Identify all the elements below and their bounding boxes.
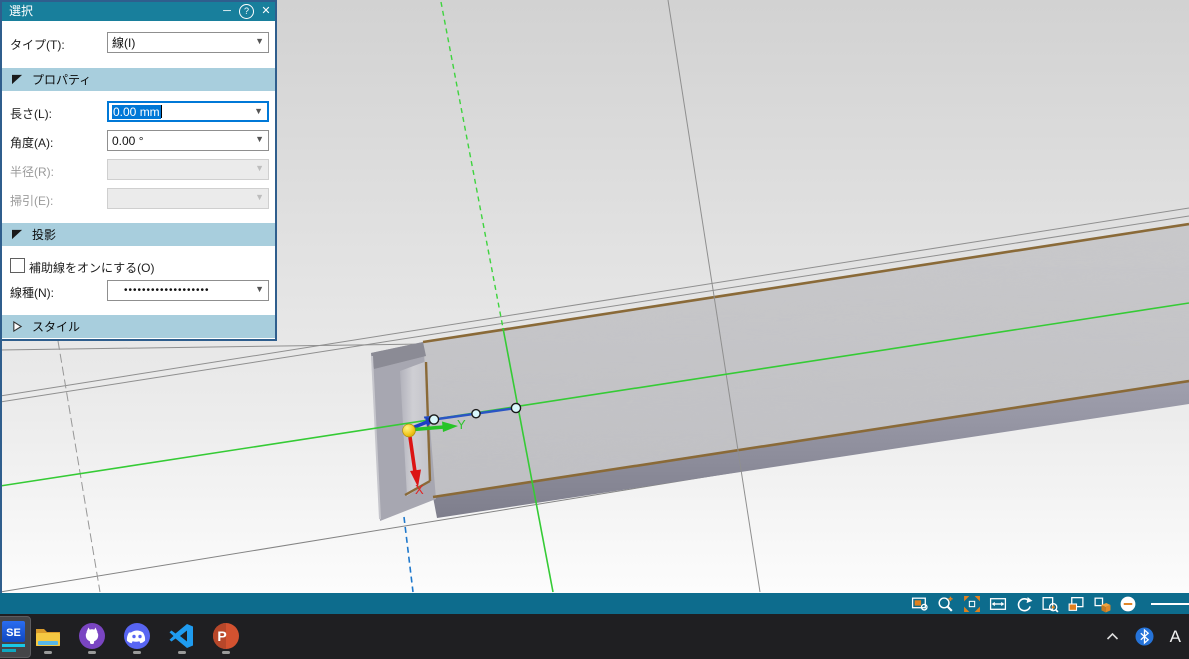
powerpoint-letter: P [217,628,226,644]
section-properties[interactable]: プロパティ [2,68,275,91]
taskbar-vscode-icon[interactable] [168,622,196,650]
guideline-checkbox-label: 補助線をオンにする(O) [29,259,154,276]
rotate-icon[interactable] [1015,595,1033,613]
chevron-down-icon[interactable]: ▼ [255,284,264,294]
ime-mode-indicator[interactable]: A [1170,627,1181,647]
zoom-area-icon[interactable] [1041,595,1059,613]
section-style-label: スタイル [32,318,80,335]
hidden-icons-chevron[interactable] [1106,632,1119,641]
running-indicator [88,651,96,654]
taskbar-file-explorer-icon[interactable] [34,622,62,650]
length-value: 0.00 mm [112,105,161,119]
chevron-down-icon: ▼ [255,192,264,202]
radius-label: 半径(R): [10,163,54,180]
close-button[interactable]: ✕ [257,3,275,20]
angle-value: 0.00 ° [112,134,144,148]
linetype-combo[interactable]: ••••••••••••••••••• ▼ [107,280,269,301]
chevron-down-icon[interactable]: ▼ [254,106,263,116]
chevron-down-icon: ▼ [255,163,264,173]
pan-icon[interactable] [989,595,1007,613]
running-indicator [44,651,52,654]
fit-view-icon[interactable] [963,595,981,613]
windows-taskbar: SE [0,614,1189,659]
dialog-titlebar[interactable]: 選択 ─ ? ✕ [2,2,275,21]
solid-edge-label: SE [6,627,21,639]
taskbar-github-desktop-icon[interactable] [78,622,106,650]
length-input[interactable]: 0.00 mm ▼ [107,101,269,122]
section-projection-label: 投影 [32,226,56,243]
running-indicator [222,651,230,654]
zoom-slider[interactable] [1151,603,1189,605]
taskbar-powerpoint-icon[interactable]: P [212,622,240,650]
view-orientation-icon[interactable] [1093,595,1111,613]
type-value: 線(I) [112,34,135,51]
window-edge [0,341,2,593]
handle-end [511,403,520,412]
type-label: タイプ(T): [10,36,65,53]
section-projection[interactable]: 投影 [2,223,275,246]
angle-label: 角度(A): [10,134,53,151]
window-layout-icon[interactable] [1067,595,1085,613]
linetype-value: ••••••••••••••••••• [112,285,210,296]
radius-combo: ▼ [107,159,269,180]
system-tray: A [1106,614,1181,659]
chevron-down-icon[interactable]: ▼ [255,134,264,144]
guideline-checkbox[interactable] [10,258,25,273]
desktop: { "dialog": { "title": "選択", "titlebar":… [0,0,1189,659]
expanded-triangle-icon [12,74,23,85]
expanded-triangle-icon [12,229,23,240]
minimize-button[interactable]: ─ [218,3,236,20]
length-label: 長さ(L): [10,105,52,122]
collapsed-triangle-icon [12,321,23,332]
handle-start [429,415,438,424]
running-indicator [178,651,186,654]
chevron-down-icon[interactable]: ▼ [255,36,264,46]
text-caret [161,105,162,118]
help-button[interactable]: ? [239,4,254,19]
bluetooth-icon[interactable] [1135,627,1154,646]
zoom-icon[interactable] [937,595,955,613]
type-combo[interactable]: 線(I) ▼ [107,32,269,53]
handle-mid [472,410,480,418]
axis-label-x: X [415,482,424,497]
app-statusbar [0,593,1189,614]
taskbar-solid-edge-button[interactable]: SE [0,616,31,658]
zoom-out-icon[interactable] [1119,595,1137,613]
section-properties-label: プロパティ [32,71,91,88]
view-overlay-icon[interactable] [911,595,929,613]
linetype-label: 線種(N): [10,284,54,301]
origin-knob [403,424,416,437]
taskbar-discord-icon[interactable] [123,622,151,650]
running-indicator [133,651,141,654]
selection-dialog: 選択 ─ ? ✕ タイプ(T): 線(I) ▼ プロパティ 長さ(L): 0.0… [0,0,277,341]
angle-combo[interactable]: 0.00 ° ▼ [107,130,269,151]
sweep-label: 掃引(E): [10,192,53,209]
section-style[interactable]: スタイル [2,315,275,338]
dialog-title: 選択 [9,2,218,21]
sweep-combo: ▼ [107,188,269,209]
axis-label-y: Y [457,417,466,432]
